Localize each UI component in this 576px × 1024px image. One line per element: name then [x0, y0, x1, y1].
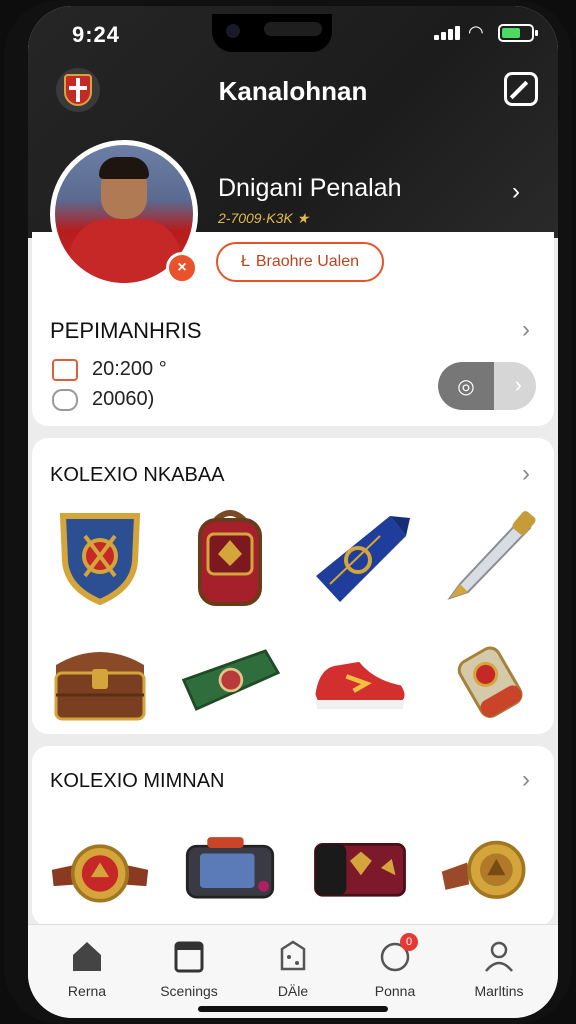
profile-chevron-icon[interactable]: ›	[512, 178, 520, 206]
calendar-icon	[172, 939, 206, 973]
dice-icon	[276, 939, 310, 973]
tag-button-label: Braohre Ualen	[255, 253, 360, 270]
tag-icon: Ł	[240, 253, 250, 270]
battery-icon	[498, 24, 538, 42]
shield-item[interactable]	[50, 506, 150, 606]
profile-subtitle: 2-7009·K3K ★	[218, 210, 310, 226]
sword-item[interactable]	[440, 506, 540, 606]
collection-1-chevron-icon[interactable]: ›	[522, 460, 530, 488]
glove-icon	[52, 388, 78, 411]
stat-value-1: 20:200 °	[92, 358, 167, 380]
collection-2-chevron-icon[interactable]: ›	[522, 766, 530, 794]
nav-scenings[interactable]: Scenings	[144, 939, 234, 999]
nav-marltins[interactable]: Marltins	[454, 939, 544, 999]
canister-item[interactable]	[440, 630, 540, 730]
nav-badge: 0	[400, 933, 418, 951]
stats-title: PEPIMANHRIS	[50, 318, 202, 343]
camera-icon: ◎	[438, 362, 494, 410]
sneaker-item[interactable]	[310, 630, 410, 730]
screen: 9:24 ◠ Kanalohnan Dnigani Penalah 2-7009…	[28, 6, 558, 1018]
bottom-nav: Rerna Scenings DÄle 0 Ponna Marltins	[28, 924, 558, 1018]
wristband-item[interactable]	[180, 630, 280, 730]
phone-frame: 9:24 ◠ Kanalohnan Dnigani Penalah 2-7009…	[4, 0, 572, 1024]
nav-label-scenings: Scenings	[160, 983, 218, 999]
camera-item[interactable]	[180, 818, 280, 918]
nav-label-home: Rerna	[67, 983, 107, 999]
nav-label-dale: DÄle	[277, 983, 309, 999]
status-time: 9:24	[72, 22, 121, 47]
backpack-item[interactable]	[180, 506, 280, 606]
home-indicator[interactable]	[198, 1006, 388, 1012]
page-title: Kanalohnan	[218, 76, 368, 106]
collection-2-title: KOLEXIO MIMNAN	[50, 770, 225, 792]
nav-home[interactable]: Rerna	[42, 939, 132, 999]
stat-row-1: 20:200 °	[52, 358, 167, 381]
wifi-icon: ◠	[468, 22, 484, 42]
nav-dale[interactable]: DÄle	[248, 939, 338, 999]
edit-icon[interactable]	[504, 72, 538, 106]
collection-card-1: KOLEXIO NKABAA ›	[32, 438, 554, 734]
avatar-remove-badge[interactable]: ×	[166, 252, 198, 284]
collection-card-2: KOLEXIO MIMNAN ›	[32, 746, 554, 926]
stat-value-2: 20060)	[92, 388, 155, 410]
wallet-item[interactable]	[310, 818, 410, 918]
collection-1-title: KOLEXIO NKABAA	[50, 464, 225, 486]
signal-icon	[434, 26, 462, 40]
home-icon	[70, 939, 104, 973]
user-icon	[482, 939, 516, 973]
stats-chevron-icon[interactable]: ›	[522, 316, 530, 344]
camera-toggle[interactable]: ◎ ›	[438, 362, 536, 410]
nav-label-marltins: Marltins	[474, 983, 524, 999]
toggle-chevron-icon: ›	[514, 372, 522, 397]
badge-icon	[52, 358, 78, 381]
medal-watch-item[interactable]	[50, 818, 150, 918]
chest-item[interactable]	[50, 630, 150, 730]
heart-icon: 0	[378, 933, 418, 973]
bracelet-item[interactable]	[440, 818, 540, 918]
notch	[212, 14, 332, 52]
scarf-item[interactable]	[310, 506, 410, 606]
nav-ponna[interactable]: 0 Ponna	[350, 933, 440, 999]
status-bar: 9:24 ◠	[28, 14, 558, 52]
tag-button[interactable]: Ł Braohre Ualen	[216, 242, 384, 282]
nav-label-ponna: Ponna	[374, 983, 416, 999]
profile-name: Dnigani Penalah	[218, 174, 402, 202]
stat-row-2: 20060)	[52, 388, 154, 411]
